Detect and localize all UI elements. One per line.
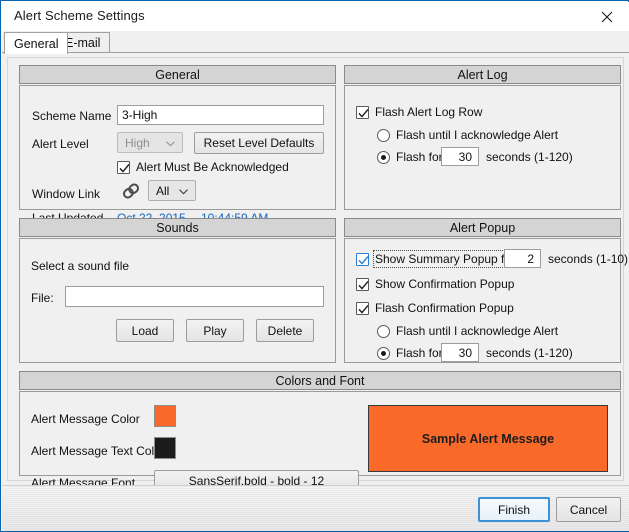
finish-button-label: Finish bbox=[497, 502, 530, 517]
panel-alert-popup-title: Alert Popup bbox=[344, 218, 621, 237]
checkbox-box bbox=[356, 252, 369, 266]
scheme-name-input[interactable] bbox=[117, 105, 324, 125]
panel-general-body: Scheme Name Alert Level High Reset Level… bbox=[19, 85, 336, 225]
alert-popup-seconds-range: seconds (1-120) bbox=[486, 346, 573, 360]
flash-confirmation-popup-checkbox[interactable]: Flash Confirmation Popup bbox=[356, 301, 514, 315]
alert-log-radio-flash-for[interactable]: Flash for bbox=[377, 150, 443, 164]
cancel-button[interactable]: Cancel bbox=[556, 497, 621, 522]
radio-ring bbox=[377, 128, 390, 142]
alert-level-label: Alert Level bbox=[32, 137, 89, 151]
load-sound-button[interactable]: Load bbox=[116, 319, 174, 342]
checkbox-box bbox=[356, 105, 369, 119]
window-link-value: All bbox=[156, 183, 170, 198]
cancel-button-label: Cancel bbox=[569, 502, 608, 517]
panel-colors-and-font-body: Alert Message Color Alert Message Text C… bbox=[19, 391, 621, 492]
delete-sound-label: Delete bbox=[267, 323, 303, 338]
checkmark-icon bbox=[119, 163, 130, 173]
show-confirmation-popup-checkbox[interactable]: Show Confirmation Popup bbox=[356, 277, 514, 291]
finish-button[interactable]: Finish bbox=[478, 497, 550, 522]
alert-popup-radio-until-ack[interactable]: Flash until I acknowledge Alert bbox=[377, 324, 558, 338]
alert-log-radio-flash-for-label: Flash for bbox=[396, 150, 443, 164]
chevron-down-icon bbox=[166, 140, 175, 147]
play-sound-button[interactable]: Play bbox=[186, 319, 244, 342]
sound-file-input[interactable] bbox=[65, 286, 324, 307]
delete-sound-button[interactable]: Delete bbox=[256, 319, 314, 342]
close-icon bbox=[601, 11, 613, 23]
checkmark-icon bbox=[358, 304, 369, 314]
alert-log-flash-seconds-input[interactable] bbox=[441, 147, 479, 166]
tab-general-label: General bbox=[14, 36, 59, 51]
alert-message-text-color-swatch[interactable] bbox=[154, 437, 176, 459]
sample-alert-message-preview: Sample Alert Message bbox=[368, 405, 608, 472]
checkmark-icon bbox=[358, 280, 369, 290]
flash-alert-log-row-label: Flash Alert Log Row bbox=[375, 105, 483, 119]
alert-level-select[interactable]: High bbox=[117, 132, 183, 153]
panel-sounds-body: Select a sound file File: Load Play Dele… bbox=[19, 238, 336, 363]
alert-log-radio-until-ack-label: Flash until I acknowledge Alert bbox=[396, 128, 559, 142]
dialog-footer: Finish Cancel bbox=[2, 485, 629, 531]
tab-content-inner: General Scheme Name Alert Level High Res… bbox=[7, 57, 628, 492]
window-title: Alert Scheme Settings bbox=[14, 8, 145, 23]
radio-ring bbox=[377, 346, 390, 360]
tab-content-pane: General Scheme Name Alert Level High Res… bbox=[2, 52, 629, 492]
tab-strip: General E-mail bbox=[2, 31, 629, 54]
alert-popup-radio-flash-for-label: Flash for bbox=[396, 346, 443, 360]
tab-email-label: E-mail bbox=[65, 36, 101, 50]
panel-alert-log-title: Alert Log bbox=[344, 65, 621, 84]
checkbox-box bbox=[356, 301, 369, 315]
panel-alert-popup: Alert Popup Show Summary Popup for secon… bbox=[344, 218, 628, 363]
panel-alert-popup-body: Show Summary Popup for seconds (1-10) Sh… bbox=[344, 238, 628, 363]
flash-alert-log-row-checkbox[interactable]: Flash Alert Log Row bbox=[356, 105, 482, 119]
checkmark-icon bbox=[358, 255, 369, 265]
alert-message-color-label: Alert Message Color bbox=[31, 412, 140, 426]
alert-log-radio-until-ack[interactable]: Flash until I acknowledge Alert bbox=[377, 128, 558, 142]
window-link-label: Window Link bbox=[32, 187, 101, 201]
show-summary-popup-label: Show Summary Popup for bbox=[372, 250, 518, 268]
summary-popup-seconds-range: seconds (1-10) bbox=[548, 252, 629, 266]
window-link-select[interactable]: All bbox=[148, 180, 196, 201]
load-sound-label: Load bbox=[131, 323, 159, 338]
alert-popup-flash-seconds-input[interactable] bbox=[441, 343, 479, 362]
alert-message-text-color-label: Alert Message Text Color bbox=[31, 444, 165, 458]
panel-alert-log-body: Flash Alert Log Row Flash until I acknow… bbox=[344, 85, 621, 210]
checkbox-box bbox=[356, 277, 369, 291]
alert-scheme-settings-window: Alert Scheme Settings General E-mail Gen… bbox=[0, 0, 629, 532]
alert-popup-radio-flash-for[interactable]: Flash for bbox=[377, 346, 443, 360]
panel-general: General Scheme Name Alert Level High Res… bbox=[19, 65, 336, 225]
scheme-name-label: Scheme Name bbox=[32, 109, 112, 123]
panel-colors-and-font-title: Colors and Font bbox=[19, 371, 621, 390]
chevron-down-icon bbox=[179, 188, 188, 195]
show-summary-popup-checkbox[interactable]: Show Summary Popup for bbox=[356, 250, 518, 268]
alert-message-color-swatch[interactable] bbox=[154, 405, 176, 427]
reset-level-defaults-label: Reset Level Defaults bbox=[203, 136, 315, 150]
reset-level-defaults-button[interactable]: Reset Level Defaults bbox=[194, 132, 324, 154]
panel-alert-log: Alert Log Flash Alert Log Row Flash unti… bbox=[344, 65, 621, 210]
sample-alert-message-text: Sample Alert Message bbox=[421, 431, 555, 446]
radio-ring bbox=[377, 150, 390, 164]
checkmark-icon bbox=[358, 108, 369, 118]
title-bar: Alert Scheme Settings bbox=[2, 2, 629, 31]
sounds-instruction: Select a sound file bbox=[31, 259, 130, 273]
show-confirmation-popup-label: Show Confirmation Popup bbox=[375, 277, 515, 291]
panel-sounds: Sounds Select a sound file File: Load Pl… bbox=[19, 218, 336, 363]
alert-popup-radio-until-ack-label: Flash until I acknowledge Alert bbox=[396, 324, 559, 338]
alert-log-seconds-range: seconds (1-120) bbox=[486, 150, 573, 164]
sound-file-label: File: bbox=[31, 291, 54, 305]
play-sound-label: Play bbox=[203, 323, 227, 338]
panel-sounds-title: Sounds bbox=[19, 218, 336, 237]
tab-general[interactable]: General bbox=[4, 32, 69, 54]
alert-must-be-acknowledged-label: Alert Must Be Acknowledged bbox=[136, 160, 289, 174]
summary-popup-seconds-input[interactable] bbox=[504, 249, 541, 268]
alert-must-be-acknowledged-checkbox[interactable]: Alert Must Be Acknowledged bbox=[117, 160, 289, 174]
panel-colors-and-font: Colors and Font Alert Message Color Aler… bbox=[19, 371, 621, 492]
radio-ring bbox=[377, 324, 390, 338]
flash-confirmation-popup-label: Flash Confirmation Popup bbox=[375, 301, 514, 315]
checkbox-box bbox=[117, 160, 130, 174]
close-button[interactable] bbox=[585, 2, 629, 31]
chain-link-icon[interactable] bbox=[120, 180, 142, 205]
alert-level-value: High bbox=[125, 135, 150, 150]
panel-general-title: General bbox=[19, 65, 336, 84]
